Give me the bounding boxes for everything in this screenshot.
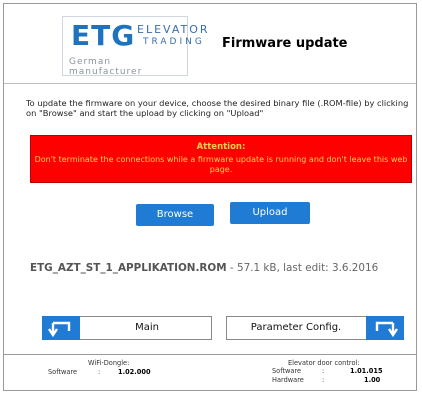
wifi-dongle-title: WiFi-Dongle: bbox=[88, 359, 130, 367]
etg-logo: ETG ELEVATOR TRADING German manufacturer bbox=[62, 16, 208, 77]
main-nav-label: Main bbox=[135, 322, 159, 333]
return-left-arrow-icon bbox=[42, 316, 80, 340]
logo-tagline: German manufacturer bbox=[69, 57, 143, 77]
header-divider bbox=[4, 83, 416, 84]
parameter-config-button[interactable]: Parameter Config. bbox=[226, 316, 404, 340]
attention-title: Attention: bbox=[196, 142, 246, 152]
door-hardware-value: 1.00 bbox=[364, 376, 381, 384]
door-software-value: 1.01.015 bbox=[350, 367, 383, 375]
parameter-config-label: Parameter Config. bbox=[250, 322, 342, 333]
browse-button[interactable]: Browse bbox=[136, 204, 214, 226]
door-software-sep: : bbox=[322, 367, 325, 375]
attention-box: Attention: Don't terminate the connectio… bbox=[30, 135, 412, 183]
return-right-arrow-icon bbox=[366, 316, 404, 340]
logo-brand: ETG bbox=[71, 19, 136, 52]
header: ETG ELEVATOR TRADING German manufacturer… bbox=[4, 4, 416, 82]
door-hardware-label: Hardware bbox=[272, 376, 304, 384]
door-software-label: Software bbox=[272, 367, 302, 375]
file-meta: - 57.1 kB, last edit: 3.6.2016 bbox=[226, 262, 379, 274]
door-hardware-sep: : bbox=[322, 376, 325, 384]
wifi-software-value: 1.02.000 bbox=[118, 368, 151, 376]
upload-button[interactable]: Upload bbox=[230, 202, 310, 224]
main-nav-button[interactable]: Main bbox=[42, 316, 212, 340]
wifi-software-sep: : bbox=[98, 368, 101, 376]
file-name: ETG_AZT_ST_1_APPLIKATION.ROM bbox=[30, 262, 227, 274]
intro-text: To update the firmware on your device, c… bbox=[26, 98, 409, 118]
logo-line1: ELEVATOR bbox=[137, 23, 210, 36]
footer-divider bbox=[4, 354, 416, 355]
logo-line2: TRADING bbox=[143, 37, 205, 47]
firmware-update-panel: ETG ELEVATOR TRADING German manufacturer… bbox=[3, 3, 417, 391]
attention-message: Don't terminate the connections while a … bbox=[34, 155, 408, 174]
door-control-title: Elevator door control: bbox=[288, 359, 360, 367]
wifi-software-label: Software bbox=[48, 368, 78, 376]
page-title: Firmware update bbox=[222, 36, 348, 51]
selected-file: ETG_AZT_ST_1_APPLIKATION.ROM - 57.1 kB, … bbox=[30, 262, 416, 274]
